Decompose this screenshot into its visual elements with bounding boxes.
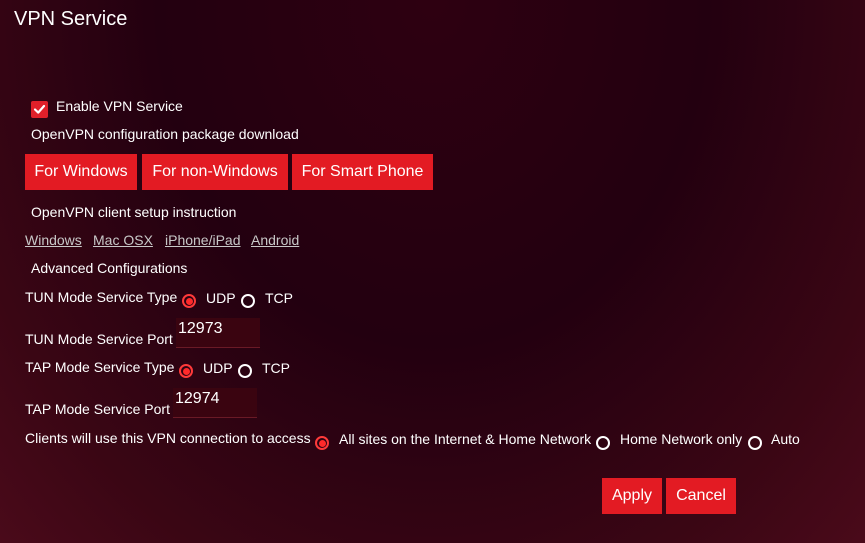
- link-iphone-ipad[interactable]: iPhone/iPad: [165, 232, 241, 248]
- tap-port-label: TAP Mode Service Port: [25, 401, 170, 417]
- tun-tcp-label: TCP: [265, 290, 293, 306]
- apply-button[interactable]: Apply: [602, 478, 662, 514]
- access-all-sites-radio[interactable]: [315, 436, 329, 450]
- tap-tcp-label: TCP: [262, 360, 290, 376]
- access-home-only-label: Home Network only: [620, 431, 743, 447]
- tun-udp-label: UDP: [206, 290, 236, 306]
- link-android[interactable]: Android: [251, 232, 299, 248]
- enable-vpn-checkbox[interactable]: [31, 101, 48, 118]
- tap-port-input[interactable]: 12974: [173, 388, 257, 418]
- checkmark-icon: [33, 104, 46, 114]
- access-auto-label: Auto: [771, 431, 800, 447]
- tun-type-label: TUN Mode Service Type: [25, 289, 178, 305]
- access-auto-radio[interactable]: [748, 436, 762, 450]
- link-windows[interactable]: Windows: [25, 232, 82, 248]
- tun-udp-radio[interactable]: [182, 294, 196, 308]
- instruction-label: OpenVPN client setup instruction: [31, 204, 237, 220]
- enable-vpn-label: Enable VPN Service: [56, 98, 183, 114]
- tun-port-label: TUN Mode Service Port: [25, 331, 173, 347]
- link-mac-osx[interactable]: Mac OSX: [93, 232, 153, 248]
- tap-type-label: TAP Mode Service Type: [25, 359, 175, 375]
- config-download-label: OpenVPN configuration package download: [31, 126, 299, 142]
- advanced-config-label: Advanced Configurations: [31, 260, 188, 276]
- for-windows-button[interactable]: For Windows: [25, 154, 137, 190]
- cancel-button[interactable]: Cancel: [666, 478, 736, 514]
- for-non-windows-button[interactable]: For non-Windows: [142, 154, 288, 190]
- tun-port-input[interactable]: 12973: [176, 318, 260, 348]
- tun-tcp-radio[interactable]: [241, 294, 255, 308]
- clients-access-label: Clients will use this VPN connection to …: [25, 430, 311, 446]
- page-title: VPN Service: [14, 8, 128, 30]
- tap-udp-label: UDP: [203, 360, 233, 376]
- for-smart-phone-button[interactable]: For Smart Phone: [292, 154, 433, 190]
- tap-tcp-radio[interactable]: [238, 364, 252, 378]
- tap-udp-radio[interactable]: [179, 364, 193, 378]
- access-home-only-radio[interactable]: [596, 436, 610, 450]
- access-all-sites-label: All sites on the Internet & Home Network: [339, 431, 592, 447]
